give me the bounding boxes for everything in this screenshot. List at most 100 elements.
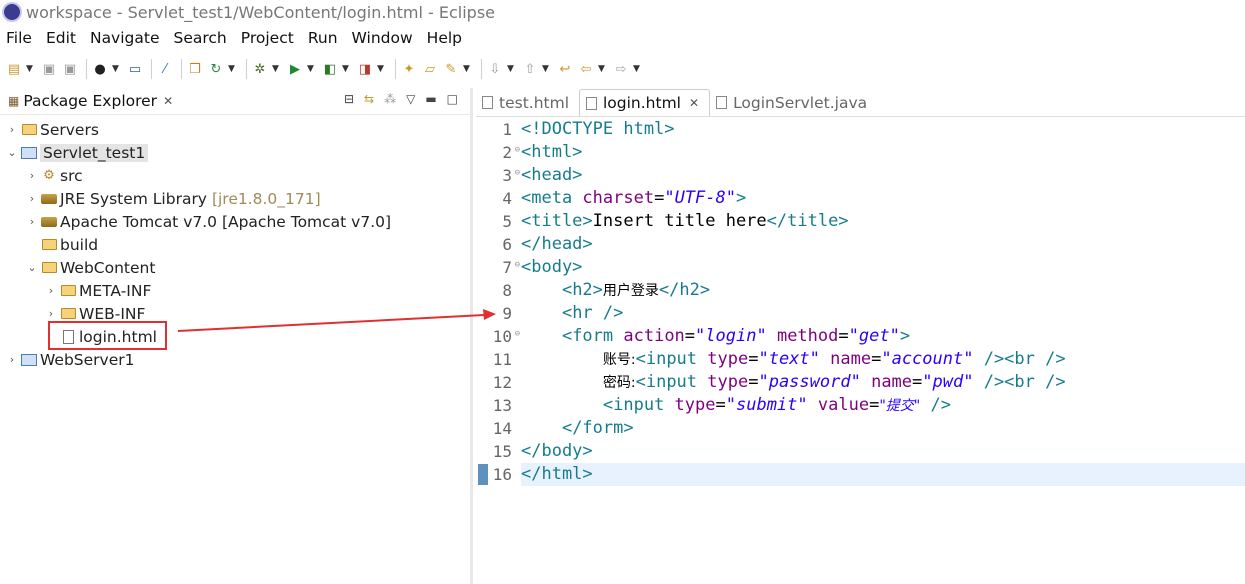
new-icon[interactable]: ▤ [5,60,23,78]
debug-icon[interactable]: ✲ [251,60,269,78]
line-number: 3 ⊖ [502,166,520,185]
html-file-icon [482,96,493,109]
tree-item-src[interactable]: › ⚙ src [26,164,83,187]
run-icon[interactable]: ▶ [286,60,304,78]
filter-icon[interactable]: ⁂ [384,92,396,106]
external-tools-dropdown-icon[interactable]: ▼ [377,64,387,74]
menu-search[interactable]: Search [167,29,234,47]
code-line: <h2>用户登录</h2> [561,280,711,300]
code-line: <hr /> [561,303,624,323]
tree-item-servers[interactable]: › Servers [6,118,99,141]
search-tools-icon[interactable]: ✎ [442,60,460,78]
code-line: <form action="login" method="get"> [561,326,911,346]
run-dropdown-icon[interactable]: ▼ [307,64,317,74]
new-dropdown-icon[interactable]: ▼ [26,64,36,74]
fold-icon[interactable]: ⊖ [515,329,520,339]
line-number: 10 ⊖ [492,327,520,346]
code-line: </head> [521,234,593,254]
back-dropdown-icon[interactable]: ▼ [598,64,608,74]
close-icon[interactable]: ✕ [689,96,699,110]
menu-project[interactable]: Project [234,29,301,47]
forward-dropdown-icon[interactable]: ▼ [633,64,643,74]
tree-item-build[interactable]: build [26,233,98,256]
tree-item-webcontent[interactable]: ⌄ WebContent [26,256,155,279]
open-type-icon[interactable]: ✦ [400,60,418,78]
fold-icon[interactable]: ⊖ [515,168,520,178]
previous-annotation-icon[interactable]: ⇧ [521,60,539,78]
view-menu-icon[interactable]: ▽ [406,92,415,106]
profile-dropdown-icon[interactable]: ▼ [112,64,122,74]
fold-icon[interactable]: ⊖ [515,260,520,270]
maximize-icon[interactable]: □ [447,92,458,106]
expand-icon[interactable]: › [6,353,18,366]
tree-item-servlet-test1[interactable]: ⌄ Servlet_test1 [6,141,149,164]
save-all-icon[interactable]: ▣ [61,60,79,78]
project-icon [20,145,38,161]
collapse-all-icon[interactable]: ⊟ [344,92,354,106]
tree-item-label: WebServer1 [40,350,135,369]
back-icon[interactable]: ⇦ [577,60,595,78]
tree-item-label: META-INF [79,281,152,300]
code-line: <head> [521,165,583,185]
terminal-icon[interactable]: ▭ [126,60,144,78]
menu-run[interactable]: Run [301,29,345,47]
next-annotation-icon[interactable]: ⇩ [486,60,504,78]
expand-icon[interactable]: › [26,169,38,182]
expand-icon[interactable]: › [26,192,38,205]
folder-icon [59,306,77,322]
toolbar-separator [246,59,247,79]
title-bar: workspace - Servlet_test1/WebContent/log… [0,0,1245,24]
save-icon[interactable]: ▣ [40,60,58,78]
refresh-icon[interactable]: ↻ [207,60,225,78]
tab-test-html[interactable]: test.html [476,89,579,116]
code-editor[interactable]: 1 2 ⊖ 3 ⊖ 4 5 6 7 ⊖ 8 9 10 ⊖ 11 12 13 14 15 … [476,118,1245,584]
fold-icon[interactable]: ⊖ [515,145,520,155]
code-line: </body> [521,441,593,461]
tree-item-meta-inf[interactable]: › META-INF [45,279,152,302]
skip-breakpoints-icon[interactable]: ⁄ [156,60,174,78]
collapse-icon[interactable]: ⌄ [26,261,38,274]
debug-dropdown-icon[interactable]: ▼ [272,64,282,74]
tab-loginservlet-java[interactable]: LoginServlet.java [710,89,877,116]
tab-login-html[interactable]: login.html ✕ [579,89,711,116]
minimize-icon[interactable]: ▬ [425,92,436,106]
menu-file[interactable]: File [0,29,39,47]
tree-item-webserver1[interactable]: › WebServer1 [6,348,135,371]
tab-label: test.html [499,93,569,112]
menu-navigate[interactable]: Navigate [83,29,167,47]
last-edit-icon[interactable]: ↩ [556,60,574,78]
open-folder-icon[interactable]: ▱ [421,60,439,78]
menu-help[interactable]: Help [420,29,469,47]
line-number: 8 [502,281,512,300]
tree-item-jre[interactable]: › JRE System Library [jre1.8.0_171] [26,187,321,210]
annotation-highlight-box [48,321,167,350]
close-icon[interactable]: ✕ [163,94,173,108]
expand-icon[interactable]: › [26,215,38,228]
tree-item-label: build [60,235,99,254]
forward-icon[interactable]: ⇨ [612,60,630,78]
external-tools-icon[interactable]: ◨ [356,60,374,78]
coverage-icon[interactable]: ◧ [321,60,339,78]
tree-item-tomcat[interactable]: › Apache Tomcat v7.0 [Apache Tomcat v7.0… [26,210,391,233]
package-explorer-icon: ▦ [8,94,20,108]
code-line: </form> [561,418,634,438]
tree-item-decoration: [jre1.8.0_171] [211,189,321,208]
expand-icon[interactable]: › [45,284,57,297]
profile-icon[interactable]: ● [91,60,109,78]
next-annotation-dropdown-icon[interactable]: ▼ [507,64,517,74]
menu-window[interactable]: Window [345,29,420,47]
view-divider[interactable] [470,88,473,584]
menu-edit[interactable]: Edit [39,29,83,47]
line-number-gutter: 1 2 ⊖ 3 ⊖ 4 5 6 7 ⊖ 8 9 10 ⊖ 11 12 13 14 15 … [476,118,520,584]
expand-icon[interactable]: › [6,123,18,136]
link-with-editor-icon[interactable]: ⇆ [364,92,374,106]
previous-annotation-dropdown-icon[interactable]: ▼ [542,64,552,74]
refresh-dropdown-icon[interactable]: ▼ [228,64,238,74]
toolbar-separator [395,59,396,79]
expand-icon[interactable]: › [45,307,57,320]
package-icon[interactable]: ❒ [186,60,204,78]
coverage-dropdown-icon[interactable]: ▼ [342,64,352,74]
collapse-icon[interactable]: ⌄ [6,146,18,159]
search-tools-dropdown-icon[interactable]: ▼ [463,64,473,74]
package-explorer-title[interactable]: Package Explorer [23,92,157,110]
